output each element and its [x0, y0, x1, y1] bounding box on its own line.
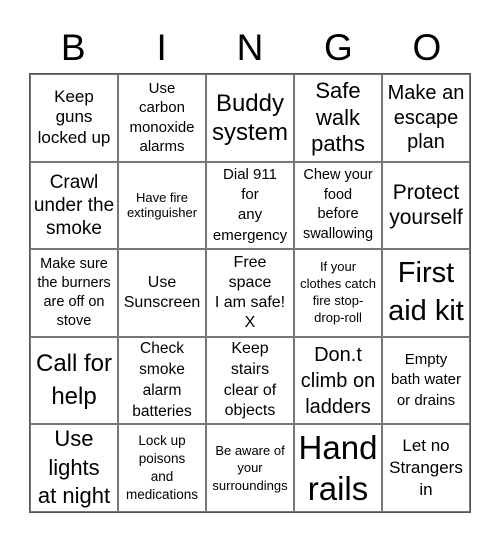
bingo-cell[interactable]: Don.t climb on ladders — [294, 336, 382, 425]
header-letter-o: O — [412, 27, 442, 68]
bingo-cell[interactable]: Protect yourself — [382, 161, 470, 250]
bingo-cell[interactable]: Empty bath water or drains — [382, 336, 470, 425]
bingo-cell[interactable]: Buddy system — [206, 74, 294, 162]
bingo-cell[interactable]: Use carbon monoxide alarms — [118, 74, 206, 162]
bingo-cell[interactable]: Let no Strangers in — [382, 424, 470, 512]
bingo-cell[interactable]: Have fire extinguisher — [118, 161, 206, 250]
header-letter-g: G — [324, 27, 353, 68]
bingo-cell[interactable]: Safe walk paths — [294, 74, 382, 162]
bingo-cell[interactable]: Chew your food before swallowing — [294, 161, 382, 250]
bingo-cell[interactable]: Check smoke alarm batteries — [118, 336, 206, 425]
bingo-cell[interactable]: Hand rails — [294, 424, 382, 512]
bingo-cell[interactable]: Make sure the burners are off on stove — [30, 249, 118, 337]
bingo-cell[interactable]: Lock up poisons and medications — [118, 424, 206, 512]
bingo-cell[interactable]: First aid kit — [382, 249, 470, 337]
bingo-cell[interactable]: Use lights at night — [30, 424, 118, 512]
header-letter-i: I — [156, 27, 167, 68]
bingo-cell[interactable]: Use Sunscreen — [118, 249, 206, 337]
bingo-cell[interactable]: Crawl under the smoke — [30, 161, 118, 250]
bingo-cell[interactable]: Make an escape plan — [382, 74, 470, 162]
bingo-header: B I N G O — [29, 24, 471, 72]
bingo-cell[interactable]: If your clothes catch fire stop- drop-ro… — [294, 249, 382, 337]
bingo-cell[interactable]: Keep guns locked up — [30, 74, 118, 162]
header-letter-b: B — [60, 27, 86, 68]
bingo-cell[interactable]: Dial 911 for any emergency — [206, 161, 294, 250]
free-space-cell[interactable]: Free space I am safe! X — [206, 249, 294, 337]
bingo-grid: Keep guns locked up Use carbon monoxide … — [29, 73, 471, 513]
bingo-cell[interactable]: Keep stairs clear of objects — [206, 336, 294, 425]
header-letter-n: N — [236, 27, 264, 68]
bingo-cell[interactable]: Call for help — [30, 336, 118, 425]
bingo-cell[interactable]: Be aware of your surroundings — [206, 424, 294, 512]
